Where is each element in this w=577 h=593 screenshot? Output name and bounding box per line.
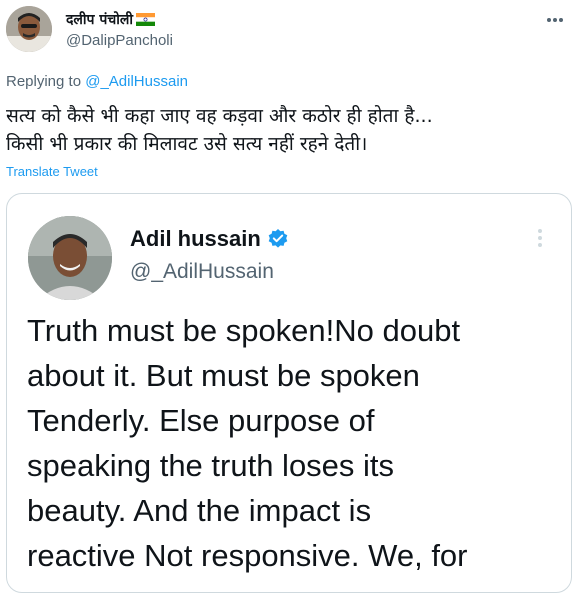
- quoted-author-name-line: Adil hussain: [130, 226, 289, 252]
- quoted-tweet-text: Truth must be spoken!No doubt about it. …: [27, 308, 557, 578]
- author-handle[interactable]: @DalipPancholi: [66, 32, 173, 49]
- more-vertical-icon: [538, 229, 542, 247]
- quoted-author-name[interactable]: Adil hussain: [130, 226, 261, 252]
- verified-badge-icon: [268, 229, 288, 248]
- tweet-text-line: सत्य को कैसे भी कहा जाए वह कड़वा और कठोर…: [6, 105, 433, 127]
- quoted-text-line: about it. But must be spoken: [27, 358, 420, 393]
- quoted-text-line: reactive Not responsive. We, for: [27, 538, 468, 573]
- more-horizontal-icon: [547, 18, 563, 22]
- quoted-avatar-image: [28, 216, 112, 300]
- author-name[interactable]: दलीप पंचोली: [66, 10, 133, 29]
- author-avatar[interactable]: [6, 6, 52, 52]
- replying-to-line: Replying to @_AdilHussain: [6, 73, 188, 90]
- quoted-text-line: beauty. And the impact is: [27, 493, 372, 528]
- quoted-author-avatar[interactable]: [28, 216, 112, 300]
- replying-to-link[interactable]: @_AdilHussain: [85, 73, 188, 90]
- quoted-text-line: speaking the truth loses its: [27, 448, 395, 483]
- author-avatar-image: [6, 6, 52, 52]
- tweet-text: सत्य को कैसे भी कहा जाए वह कड़वा और कठोर…: [6, 102, 566, 158]
- quoted-tweet-card[interactable]: Adil hussain @_AdilHussain Truth must be…: [6, 193, 572, 593]
- replying-prefix: Replying to: [6, 73, 82, 90]
- quoted-author-handle[interactable]: @_AdilHussain: [130, 260, 274, 284]
- india-flag-icon: [135, 13, 155, 26]
- more-options-button[interactable]: [543, 8, 567, 32]
- author-name-line: दलीप पंचोली: [66, 10, 155, 29]
- quoted-text-line: Truth must be spoken!No doubt: [27, 313, 461, 348]
- tweet-text-line: किसी भी प्रकार की मिलावट उसे सत्य नहीं र…: [6, 133, 368, 155]
- quoted-text-line: Tenderly. Else purpose of: [27, 403, 375, 438]
- quoted-more-options-button[interactable]: [533, 226, 547, 250]
- translate-tweet-link[interactable]: Translate Tweet: [6, 164, 98, 179]
